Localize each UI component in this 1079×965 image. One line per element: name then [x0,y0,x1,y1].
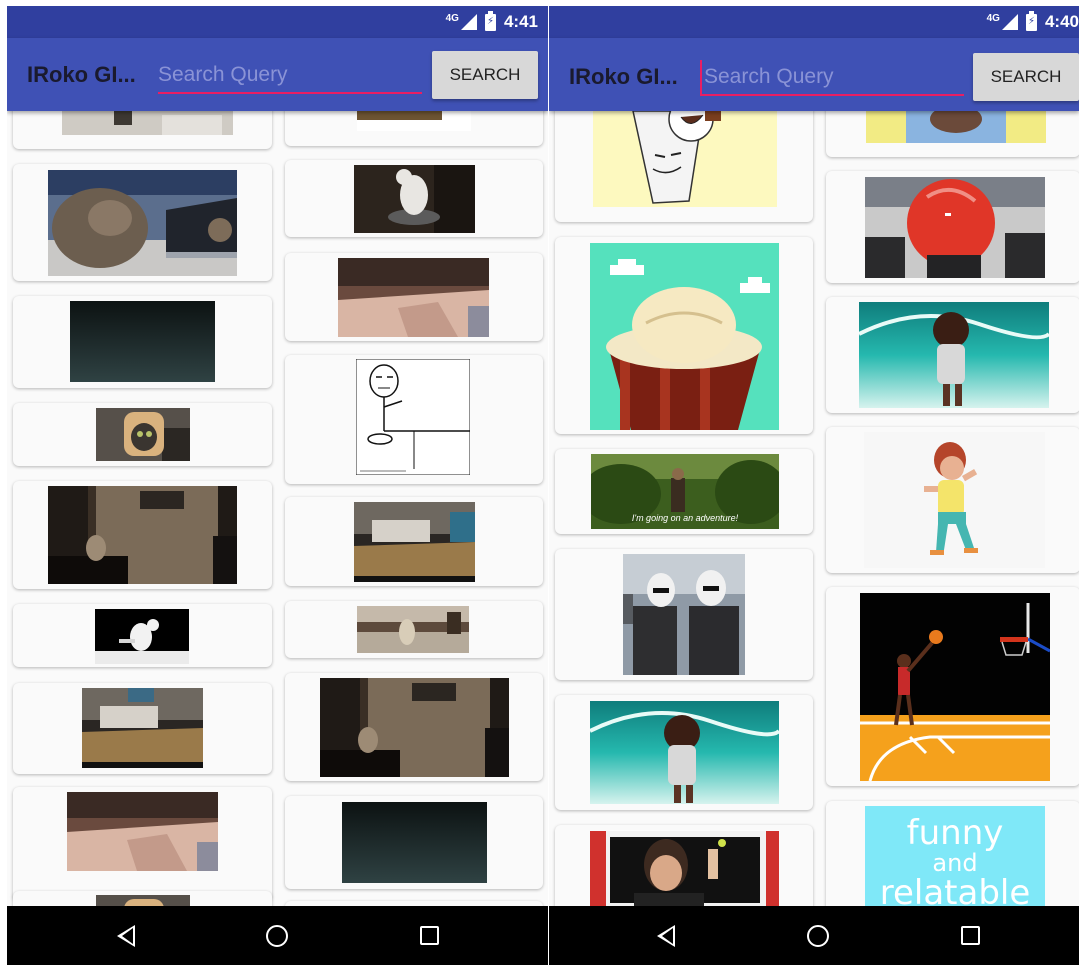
gif-thumbnail[interactable] [860,593,1050,781]
back-button[interactable] [653,923,679,949]
gif-card[interactable] [13,891,272,906]
gif-card[interactable]: I'm going on an adventure! [555,449,813,534]
gif-card[interactable] [826,427,1079,573]
gif-card[interactable] [13,296,272,388]
search-input[interactable] [158,58,422,94]
app-title: IRoko GI... [27,62,136,87]
gif-thumbnail[interactable] [590,243,779,430]
app-toolbar: IRoko GI... SEARCH [7,38,548,111]
gif-card[interactable] [285,497,543,586]
home-button[interactable] [805,923,831,949]
gif-thumbnail[interactable] [864,432,1045,568]
home-icon [266,925,288,947]
gif-card[interactable] [555,549,813,680]
search-button[interactable]: SEARCH [432,51,538,99]
search-input[interactable] [700,60,964,96]
network-type: 4G [986,12,1000,24]
gif-card[interactable] [13,683,272,774]
app-title: IRoko GI... [569,64,678,89]
gif-thumbnail[interactable] [67,792,218,871]
gif-card[interactable] [13,481,272,589]
gif-card[interactable] [13,164,272,281]
gif-card[interactable] [555,825,813,906]
gif-thumbnail[interactable] [48,486,237,584]
recents-icon [961,926,980,945]
back-icon [117,925,135,947]
gif-thumbnail[interactable] [95,609,189,664]
gif-thumbnail[interactable] [590,831,779,906]
home-icon [807,925,829,947]
gif-card[interactable] [285,355,543,484]
recents-button[interactable] [958,923,984,949]
gif-card[interactable] [826,297,1079,413]
gif-results-grid[interactable] [7,111,548,906]
gif-thumbnail[interactable] [48,170,237,276]
gif-results-grid[interactable]: I'm going on an adventure! funny and rel… [549,111,1079,906]
gif-thumbnail[interactable]: funny and relatable [865,806,1045,906]
battery-charging-icon [484,10,496,31]
gif-card[interactable] [826,171,1079,283]
gif-thumbnail[interactable] [354,165,475,233]
gif-card[interactable] [285,601,543,658]
gif-thumbnail[interactable] [62,111,233,135]
gif-thumbnail[interactable] [82,688,203,768]
recents-button[interactable] [417,923,443,949]
network-type: 4G [445,12,459,24]
gif-thumbnail[interactable] [96,895,190,906]
gif-card[interactable] [826,587,1079,786]
gif-card[interactable] [285,111,543,146]
phone-screen-right: 4G 4:40 IRoko GI... SEARCH I'm going on … [549,6,1079,965]
gif-card[interactable] [285,673,543,781]
status-time: 4:41 [503,12,538,31]
gif-thumbnail[interactable] [96,408,190,461]
gif-card[interactable] [285,253,543,341]
signal-icon [1001,14,1018,30]
gif-card[interactable] [13,604,272,667]
gif-thumbnail[interactable] [320,678,509,777]
gif-card[interactable] [555,111,813,222]
recents-icon [420,926,439,945]
gif-card[interactable] [13,787,272,901]
battery-charging-icon [1025,10,1037,31]
back-button[interactable] [113,923,139,949]
gif-card[interactable] [555,695,813,810]
signal-icon [460,14,477,30]
navigation-bar [549,906,1079,965]
status-bar: 4G 4:41 [7,6,548,38]
gif-text-line: relatable [879,873,1031,906]
gif-thumbnail[interactable] [593,111,777,207]
gif-thumbnail[interactable] [623,554,745,675]
phone-screen-left: 4G 4:41 IRoko GI... SEARCH [7,6,548,965]
gif-card[interactable] [285,796,543,889]
back-icon [657,925,675,947]
gif-thumbnail[interactable] [357,606,469,653]
gif-thumbnail[interactable] [590,701,779,804]
gif-caption: I'm going on an adventure! [631,513,739,523]
gif-card[interactable] [13,403,272,466]
gif-thumbnail[interactable] [859,302,1049,408]
gif-thumbnail[interactable] [866,111,1046,143]
gif-thumbnail[interactable] [338,258,489,337]
gif-thumbnail[interactable] [357,111,471,131]
home-button[interactable] [264,923,290,949]
search-button[interactable]: SEARCH [973,53,1079,101]
navigation-bar [7,906,548,965]
status-bar: 4G 4:40 [549,6,1079,38]
gif-card[interactable] [826,111,1079,157]
gif-card[interactable] [285,160,543,237]
status-time: 4:40 [1044,12,1079,31]
gif-card[interactable]: funny and relatable [826,801,1079,906]
gif-thumbnail[interactable] [354,502,475,582]
gif-text-line: funny [906,813,1004,853]
app-toolbar: IRoko GI... SEARCH [549,38,1079,111]
gif-thumbnail[interactable] [70,301,215,382]
gif-thumbnail[interactable]: I'm going on an adventure! [591,454,779,529]
gif-card[interactable] [555,237,813,434]
gif-thumbnail[interactable] [356,359,470,475]
gif-thumbnail[interactable] [342,802,487,883]
gif-thumbnail[interactable] [865,177,1045,278]
gif-card[interactable] [13,111,272,149]
